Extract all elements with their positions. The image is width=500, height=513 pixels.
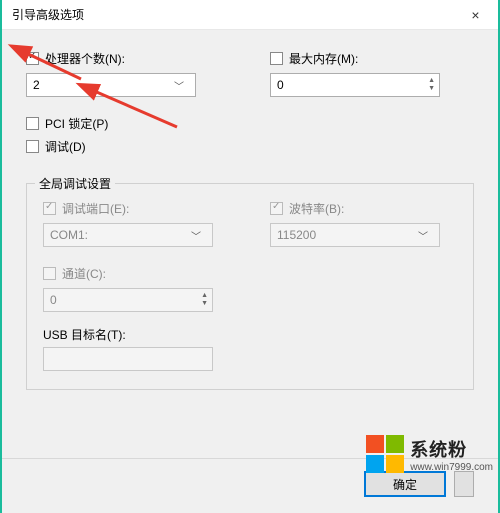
partial-button[interactable] bbox=[454, 471, 474, 497]
processor-count-checkbox[interactable] bbox=[26, 52, 39, 65]
ok-button-label: 确定 bbox=[393, 476, 417, 493]
button-bar: 确定 bbox=[364, 471, 474, 497]
close-icon: × bbox=[471, 7, 479, 23]
spinner-buttons-icon: ▲▼ bbox=[428, 77, 435, 93]
debug-label: 调试(D) bbox=[45, 138, 86, 155]
baud-rate-value: 115200 bbox=[277, 228, 316, 242]
processor-count-label: 处理器个数(N): bbox=[45, 50, 125, 67]
pci-lock-checkbox[interactable] bbox=[26, 117, 39, 130]
usb-target-input bbox=[43, 347, 213, 371]
max-memory-checkbox[interactable] bbox=[270, 52, 283, 65]
pci-lock-label: PCI 锁定(P) bbox=[45, 115, 108, 132]
usb-target-label: USB 目标名(T): bbox=[43, 328, 126, 342]
ok-button[interactable]: 确定 bbox=[364, 471, 446, 497]
debug-port-value: COM1: bbox=[50, 228, 88, 242]
max-memory-label: 最大内存(M): bbox=[289, 50, 358, 67]
debug-checkbox[interactable] bbox=[26, 140, 39, 153]
processor-count-value: 2 bbox=[33, 78, 40, 92]
baud-rate-checkbox bbox=[270, 202, 283, 215]
debug-port-select: COM1: ﹀ bbox=[43, 223, 213, 247]
titlebar: 引导高级选项 × bbox=[2, 0, 498, 30]
debug-port-label: 调试端口(E): bbox=[62, 200, 129, 217]
global-debug-title: 全局调试设置 bbox=[35, 175, 115, 192]
chevron-down-icon: ﹀ bbox=[169, 78, 189, 93]
spinner-buttons-icon: ▲▼ bbox=[201, 292, 208, 308]
close-button[interactable]: × bbox=[453, 0, 498, 30]
chevron-down-icon: ﹀ bbox=[413, 228, 433, 243]
window-title: 引导高级选项 bbox=[12, 6, 84, 23]
microsoft-logo-icon bbox=[366, 435, 404, 473]
watermark-url: www.win7999.com bbox=[410, 462, 493, 473]
content-area: 处理器个数(N): 2 ﹀ 最大内存(M): 0 ▲▼ PCI 锁定(P) 调试… bbox=[2, 30, 498, 513]
channel-label: 通道(C): bbox=[62, 265, 106, 282]
debug-port-checkbox bbox=[43, 202, 56, 215]
baud-rate-select: 115200 ﹀ bbox=[270, 223, 440, 247]
channel-checkbox bbox=[43, 267, 56, 280]
global-debug-groupbox: 全局调试设置 调试端口(E): COM1: ﹀ 波特率(B): 115200 bbox=[26, 183, 474, 390]
max-memory-value: 0 bbox=[277, 78, 284, 92]
channel-spinner: 0 ▲▼ bbox=[43, 288, 213, 312]
watermark: 系统粉 www.win7999.com bbox=[366, 435, 493, 473]
chevron-down-icon: ﹀ bbox=[186, 228, 206, 243]
channel-value: 0 bbox=[50, 293, 57, 307]
processor-count-select[interactable]: 2 ﹀ bbox=[26, 73, 196, 97]
max-memory-spinner[interactable]: 0 ▲▼ bbox=[270, 73, 440, 97]
watermark-text: 系统粉 bbox=[410, 436, 467, 462]
baud-rate-label: 波特率(B): bbox=[289, 200, 344, 217]
